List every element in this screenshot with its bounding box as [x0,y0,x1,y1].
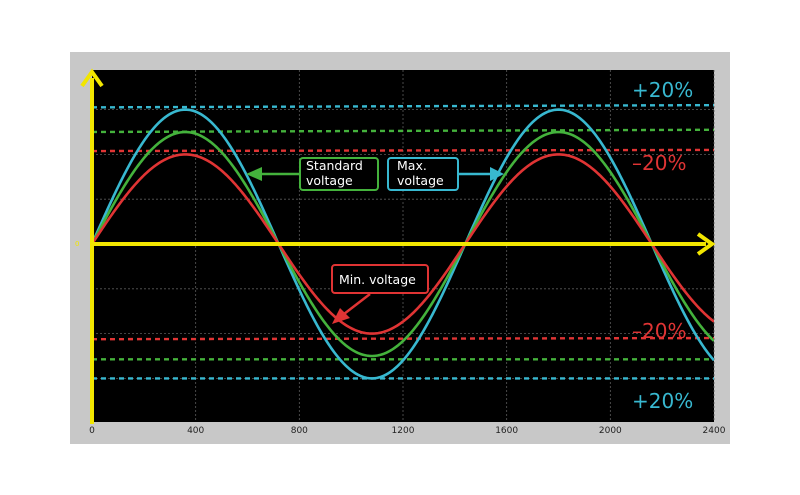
max-callout-line1: Max. [397,158,427,173]
x-tick-label-2000: 2000 [599,426,622,436]
y-axis-zero-marker: 0 [75,240,79,248]
minus-top-label: –20% [632,151,686,175]
x-tick-label-1200: 1200 [392,426,415,436]
x-tick-label-400: 400 [187,426,204,436]
chart-frame: 0 400 800 1200 1600 2000 2400 0 +20% –20% –20%… [70,52,730,444]
standard-callout-line1: Standard [306,158,363,173]
x-tick-label-2400: 2400 [703,426,726,436]
x-tick-label-1600: 1600 [495,426,518,436]
plus-bottom-label: +20% [632,389,693,413]
x-tick-label-0: 0 [89,426,95,436]
plus-top-label: +20% [632,78,693,102]
min-callout-label: Min. voltage [339,272,416,287]
x-tick-labels: 0 400 800 1200 1600 2000 2400 [89,426,726,436]
x-tick-label-800: 800 [291,426,308,436]
voltage-chart: 0 400 800 1200 1600 2000 2400 0 +20% –20% –20%… [75,68,726,436]
standard-callout-line2: voltage [306,173,353,188]
max-callout-line2: voltage [397,173,444,188]
minus-bottom-label: –20% [632,319,686,343]
